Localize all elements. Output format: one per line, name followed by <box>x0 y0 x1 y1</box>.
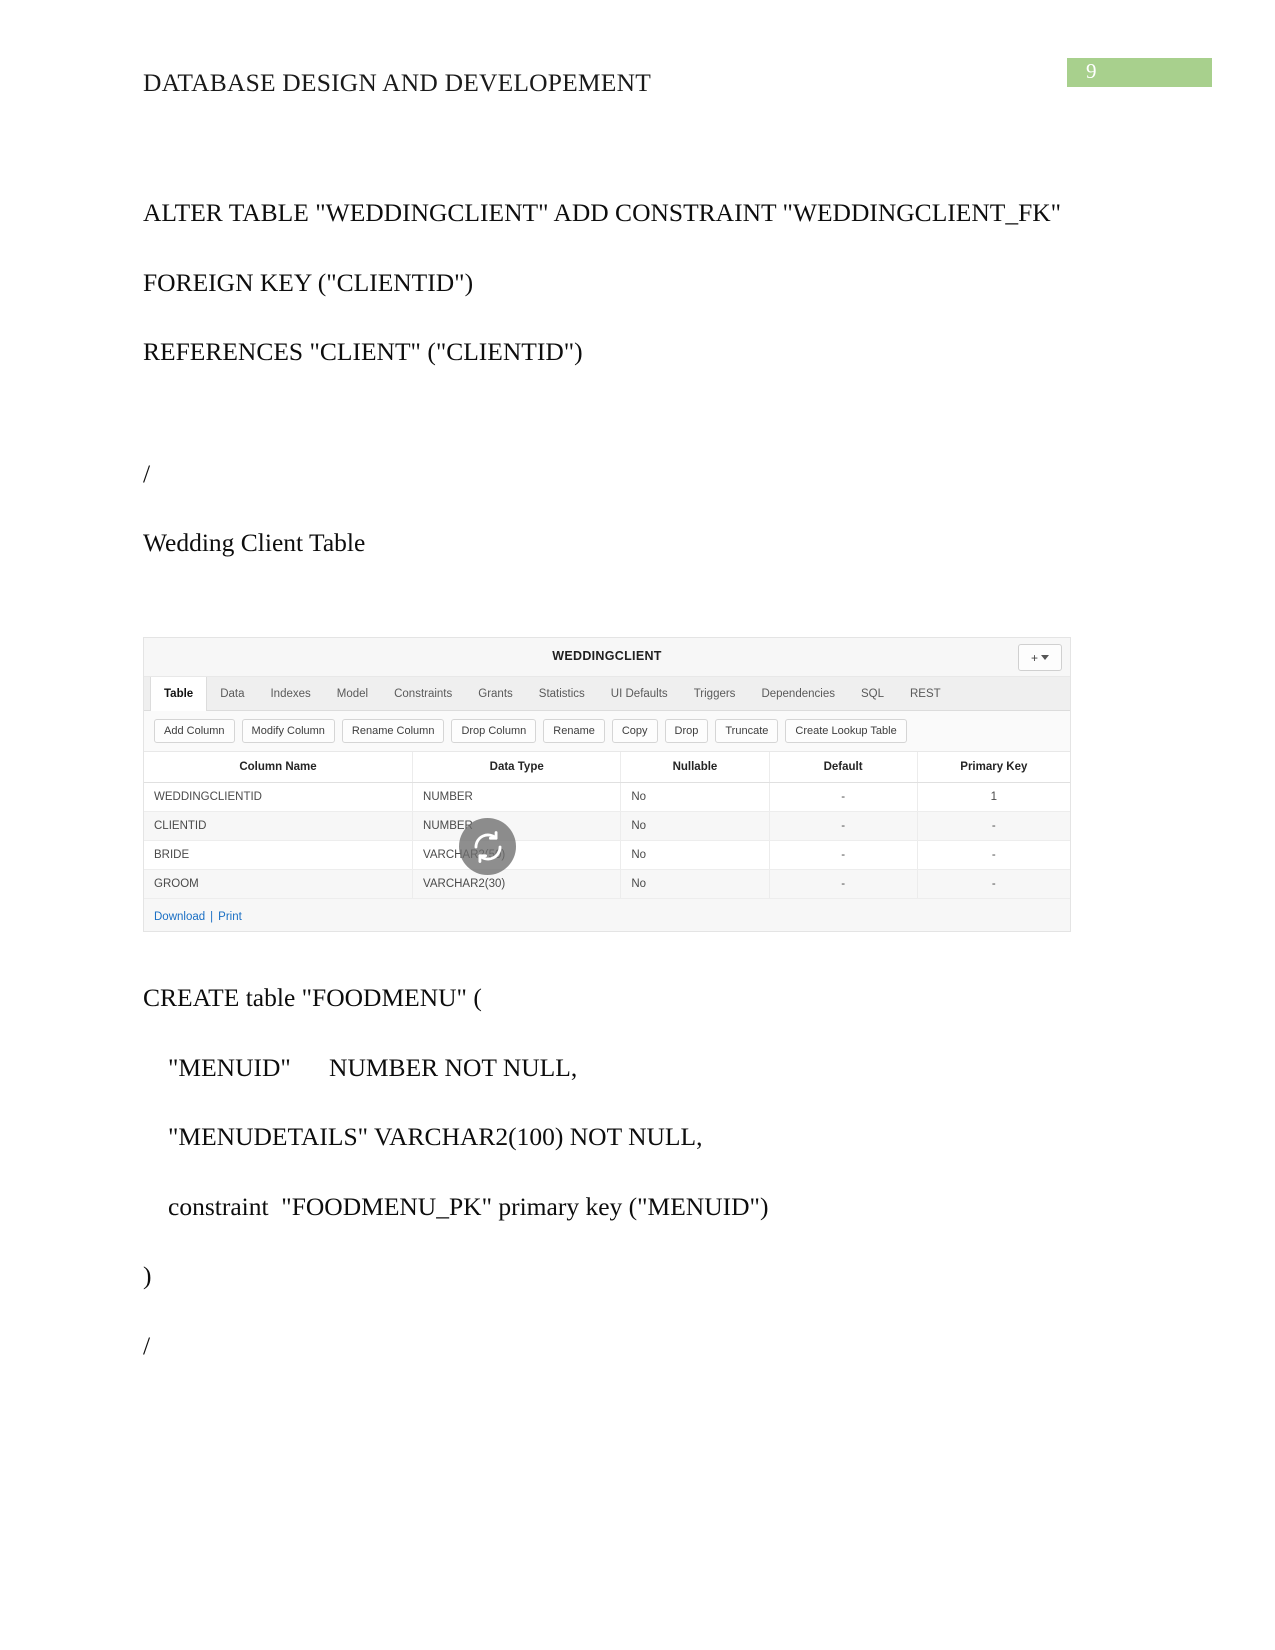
tab-ui-defaults[interactable]: UI Defaults <box>598 677 681 710</box>
header-data-type: Data Type <box>412 752 622 783</box>
sql-terminator-slash-1: / <box>143 458 151 488</box>
cell-primary-key: - <box>917 811 1070 841</box>
tab-triggers[interactable]: Triggers <box>681 677 749 710</box>
tab-statistics[interactable]: Statistics <box>526 677 598 710</box>
embedded-app-screenshot: WEDDINGCLIENT + Table Data Indexes Model Con… <box>143 637 1071 932</box>
cell-nullable: No <box>620 869 770 899</box>
drop-column-button[interactable]: Drop Column <box>451 719 537 743</box>
cell-column-name: GROOM <box>144 869 414 899</box>
cell-primary-key: 1 <box>917 782 1070 812</box>
table-header-row: Column Name Data Type Nullable Default P… <box>144 752 1070 783</box>
sql-line-alter-table: ALTER TABLE "WEDDINGCLIENT" ADD CONSTRAI… <box>143 198 1062 227</box>
app-tab-bar: Table Data Indexes Model Constraints Grants St… <box>144 677 1070 711</box>
tab-grants[interactable]: Grants <box>465 677 526 710</box>
cell-default: - <box>769 840 918 870</box>
tab-data[interactable]: Data <box>207 677 257 710</box>
page-header: DATABASE DESIGN AND DEVELOPEMENT 9 <box>0 58 1275 114</box>
table-row[interactable]: GROOM VARCHAR2(30) No - - <box>144 869 1070 899</box>
sql-line-create-table: CREATE table "FOODMENU" ( <box>143 983 482 1012</box>
drop-button[interactable]: Drop <box>664 719 709 743</box>
cell-primary-key: - <box>917 869 1070 899</box>
tab-constraints[interactable]: Constraints <box>381 677 465 710</box>
header-primary-key: Primary Key <box>917 752 1070 783</box>
tab-dependencies[interactable]: Dependencies <box>748 677 848 710</box>
cell-nullable: No <box>620 782 770 812</box>
table-row[interactable]: WEDDINGCLIENTID NUMBER No -1 <box>144 782 1070 812</box>
table-row[interactable]: CLIENTID NUMBER No - - <box>144 811 1070 841</box>
tab-rest[interactable]: REST <box>897 677 954 710</box>
print-link[interactable]: Print <box>218 911 242 923</box>
page-number-badge: 9 <box>1067 58 1212 87</box>
footer-separator: | <box>210 911 214 923</box>
app-titlebar: WEDDINGCLIENT + <box>144 638 1070 677</box>
app-table-footer: Download | Print <box>144 899 1070 931</box>
cell-data-type: NUMBER <box>412 811 622 841</box>
cell-nullable: No <box>620 840 770 870</box>
copy-button[interactable]: Copy <box>611 719 658 743</box>
tab-model[interactable]: Model <box>324 677 381 710</box>
cell-data-type: VARCHAR2(50) <box>412 840 622 870</box>
page-number: 9 <box>1086 59 1097 83</box>
download-link[interactable]: Download <box>154 911 205 923</box>
tab-table[interactable]: Table <box>150 677 208 711</box>
cell-column-name: WEDDINGCLIENTID <box>144 782 414 812</box>
cell-column-name: BRIDE <box>144 840 414 870</box>
document-title: DATABASE DESIGN AND DEVELOPEMENT <box>143 68 651 97</box>
sql-line-references: REFERENCES "CLIENT" ("CLIENTID") <box>143 337 583 366</box>
app-action-toolbar: Add Column Modify Column Rename Column Drop… <box>144 711 1070 752</box>
rename-column-button[interactable]: Rename Column <box>341 719 445 743</box>
table-row[interactable]: BRIDE VARCHAR2(50) No - - <box>144 840 1070 870</box>
document-body-lower: CREATE table "FOODMENU" ( "MENUID" NUMBE… <box>143 985 1143 1402</box>
sql-line-close-paren: ) <box>143 1261 152 1290</box>
cell-default: - <box>769 869 918 899</box>
header-nullable: Nullable <box>620 752 770 783</box>
cell-column-name: CLIENTID <box>144 811 414 841</box>
chevron-down-icon <box>1041 655 1049 660</box>
plus-icon: + <box>1030 650 1038 665</box>
document-body-upper: ALTER TABLE "WEDDINGCLIENT" ADD CONSTRAI… <box>143 200 1143 600</box>
header-default: Default <box>769 752 918 783</box>
sql-terminator-slash-2: / <box>143 1330 151 1360</box>
sql-line-menuid-column: "MENUID" NUMBER NOT NULL, <box>168 1052 578 1082</box>
cell-data-type: NUMBER <box>412 782 622 812</box>
rename-button[interactable]: Rename <box>543 719 605 743</box>
figure-caption-wedding-client-table: Wedding Client Table <box>143 528 366 557</box>
cell-primary-key: - <box>917 840 1070 870</box>
sql-line-menudetails-column: "MENUDETAILS" VARCHAR2(100) NOT NULL, <box>168 1122 703 1151</box>
sql-line-constraint-pk: constraint "FOODMENU_PK" primary key ("M… <box>168 1191 769 1221</box>
tab-sql[interactable]: SQL <box>848 677 897 710</box>
sql-line-foreign-key: FOREIGN KEY ("CLIENTID") <box>143 267 474 297</box>
add-column-button[interactable]: Add Column <box>154 719 235 743</box>
cell-data-type: VARCHAR2(30) <box>412 869 622 899</box>
cell-nullable: No <box>620 811 770 841</box>
tab-indexes[interactable]: Indexes <box>257 677 323 710</box>
create-lookup-table-button[interactable]: Create Lookup Table <box>785 719 907 743</box>
add-dropdown-button[interactable]: + <box>1018 644 1062 671</box>
cell-default: - <box>769 811 918 841</box>
cell-default: - <box>769 782 918 812</box>
modify-column-button[interactable]: Modify Column <box>241 719 335 743</box>
app-table-name: WEDDINGCLIENT <box>552 649 662 663</box>
columns-table: Column Name Data Type Nullable Default P… <box>144 752 1070 899</box>
truncate-button[interactable]: Truncate <box>715 719 779 743</box>
header-column-name: Column Name <box>144 752 414 783</box>
